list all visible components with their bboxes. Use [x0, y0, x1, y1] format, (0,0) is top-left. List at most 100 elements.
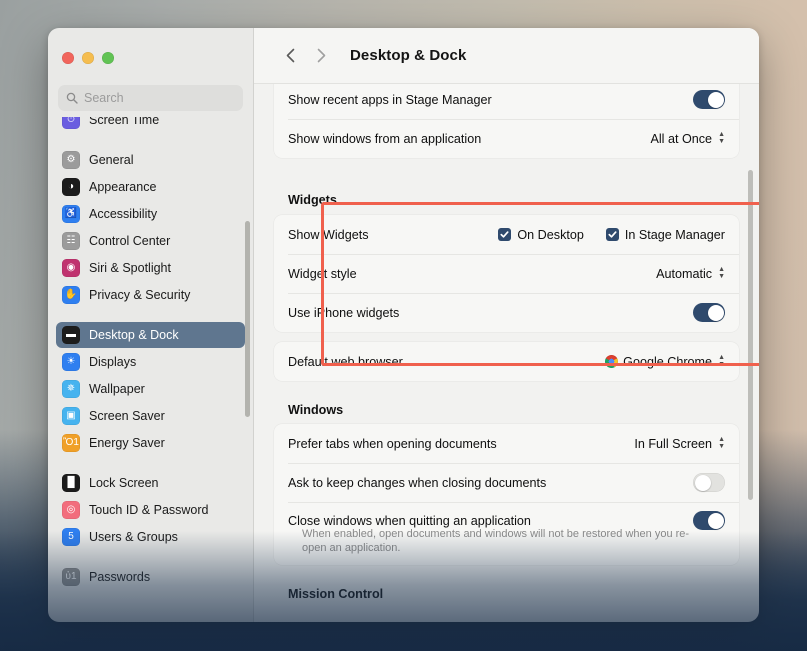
sidebar: Search ⏱ Screen Time ⚙ General ◑ Appearance ♿ A…: [48, 28, 254, 622]
row-close-windows-quitting[interactable]: Close windows when quitting an applicati…: [274, 502, 739, 565]
windows-section: Windows Prefer tabs when opening documen…: [274, 403, 739, 565]
checkbox-checked-icon: [606, 228, 619, 241]
sidebar-item-privacy-security[interactable]: ✋ Privacy & Security: [56, 282, 245, 308]
siri-icon: ◉: [62, 259, 80, 277]
sidebar-item-label: Wallpaper: [89, 382, 145, 396]
popup-value: Automatic: [656, 267, 712, 281]
row-show-widgets[interactable]: Show Widgets On Desktop In Stage Manager: [274, 215, 739, 254]
close-windows-caption: When enabled, open documents and windows…: [288, 527, 725, 565]
back-button[interactable]: [276, 42, 304, 70]
users-groups-icon: ὆5: [62, 528, 80, 546]
search-placeholder: Search: [84, 91, 124, 105]
appearance-icon: ◑: [62, 178, 80, 196]
privacy-icon: ✋: [62, 286, 80, 304]
row-use-iphone-widgets[interactable]: Use iPhone widgets: [274, 293, 739, 332]
screen-saver-icon: ▣: [62, 407, 80, 425]
forward-button[interactable]: [307, 42, 335, 70]
sidebar-item-desktop-dock[interactable]: ▬ Desktop & Dock: [56, 322, 245, 348]
row-label: Use iPhone widgets: [288, 306, 399, 320]
show-windows-popup[interactable]: All at Once ▲ ▼: [650, 132, 725, 146]
row-show-windows-from-application[interactable]: Show windows from an application All at …: [274, 119, 739, 158]
checkbox-in-stage-manager[interactable]: In Stage Manager: [606, 228, 725, 242]
sidebar-item-passwords[interactable]: ὑ1 Passwords: [56, 564, 245, 590]
sidebar-item-appearance[interactable]: ◑ Appearance: [56, 174, 245, 200]
energy-saver-icon: Ὂ1: [62, 434, 80, 452]
sidebar-item-label: Lock Screen: [89, 476, 158, 490]
row-label: Show recent apps in Stage Manager: [288, 93, 492, 107]
sidebar-item-accessibility[interactable]: ♿ Accessibility: [56, 201, 245, 227]
close-window-button[interactable]: [62, 52, 74, 64]
sidebar-group-separator: [56, 457, 245, 470]
sidebar-item-label: Screen Saver: [89, 409, 165, 423]
sidebar-item-screen-saver[interactable]: ▣ Screen Saver: [56, 403, 245, 429]
chevron-updown-icon: ▲ ▼: [718, 355, 725, 368]
window-traffic-lights: [48, 28, 253, 71]
accessibility-icon: ♿: [62, 205, 80, 223]
windows-section-heading: Windows: [274, 403, 739, 424]
checkbox-checked-icon: [498, 228, 511, 241]
widget-style-popup[interactable]: Automatic ▲ ▼: [656, 267, 725, 281]
content-scrollbar[interactable]: [748, 170, 753, 500]
sidebar-item-label: Privacy & Security: [89, 288, 190, 302]
lock-screen-icon: █: [62, 474, 80, 492]
sidebar-item-wallpaper[interactable]: ✵ Wallpaper: [56, 376, 245, 402]
sidebar-item-siri-spotlight[interactable]: ◉ Siri & Spotlight: [56, 255, 245, 281]
zoom-window-button[interactable]: [102, 52, 114, 64]
sidebar-item-energy-saver[interactable]: Ὂ1 Energy Saver: [56, 430, 245, 456]
default-browser-card: Default web browser Google Chrome ▲ ▼: [274, 342, 739, 381]
sidebar-item-label: Users & Groups: [89, 530, 178, 544]
sidebar-item-label: Screen Time: [89, 117, 159, 127]
sidebar-item-label: Passwords: [89, 570, 150, 584]
prefer-tabs-popup[interactable]: In Full Screen ▲ ▼: [634, 437, 725, 451]
desktop-dock-icon: ▬: [62, 326, 80, 344]
chevron-updown-icon: ▲ ▼: [718, 437, 725, 450]
row-prefer-tabs[interactable]: Prefer tabs when opening documents In Fu…: [274, 424, 739, 463]
passwords-icon: ὑ1: [62, 568, 80, 586]
sidebar-item-label: Appearance: [89, 180, 156, 194]
general-icon: ⚙: [62, 151, 80, 169]
content-pane: Desktop & Dock Show recent apps in Stage…: [254, 28, 759, 622]
sidebar-item-label: Energy Saver: [89, 436, 165, 450]
row-label: Show Widgets: [288, 228, 369, 242]
minimize-window-button[interactable]: [82, 52, 94, 64]
chevron-updown-icon: ▲ ▼: [718, 132, 725, 145]
desktop-wallpaper: Search ⏱ Screen Time ⚙ General ◑ Appearance ♿ A…: [0, 0, 807, 651]
search-input[interactable]: Search: [58, 85, 243, 111]
row-label: Widget style: [288, 267, 357, 281]
checkbox-on-desktop[interactable]: On Desktop: [498, 228, 584, 242]
checkbox-label: On Desktop: [517, 228, 584, 242]
row-ask-keep-changes[interactable]: Ask to keep changes when closing documen…: [274, 463, 739, 502]
row-label: Show windows from an application: [288, 132, 481, 146]
toolbar: Desktop & Dock: [254, 28, 759, 84]
row-default-web-browser[interactable]: Default web browser Google Chrome ▲ ▼: [274, 342, 739, 381]
show-recent-apps-toggle[interactable]: [693, 90, 725, 109]
screen-time-icon: ⏱: [62, 117, 80, 129]
row-label: Prefer tabs when opening documents: [288, 437, 497, 451]
sidebar-item-label: Touch ID & Password: [89, 503, 209, 517]
row-label: Ask to keep changes when closing documen…: [288, 476, 546, 490]
ask-keep-changes-toggle[interactable]: [693, 473, 725, 492]
chrome-icon: [605, 355, 618, 368]
sidebar-scroll-area: ⏱ Screen Time ⚙ General ◑ Appearance ♿ Accessib…: [48, 117, 253, 622]
spacer: [274, 158, 739, 180]
close-windows-toggle[interactable]: [693, 511, 725, 530]
row-label: Close windows when quitting an applicati…: [288, 514, 531, 528]
sidebar-item-control-center[interactable]: ☷ Control Center: [56, 228, 245, 254]
sidebar-group-separator: [56, 309, 245, 322]
row-widget-style[interactable]: Widget style Automatic ▲ ▼: [274, 254, 739, 293]
sidebar-item-screen-time[interactable]: ⏱ Screen Time: [56, 117, 245, 133]
sidebar-item-displays[interactable]: ☀ Displays: [56, 349, 245, 375]
page-title: Desktop & Dock: [350, 47, 466, 64]
sidebar-item-touch-id-password[interactable]: ◎ Touch ID & Password: [56, 497, 245, 523]
sidebar-item-lock-screen[interactable]: █ Lock Screen: [56, 470, 245, 496]
row-show-recent-apps-stage-manager[interactable]: Show recent apps in Stage Manager: [274, 84, 739, 119]
sidebar-scrollbar[interactable]: [245, 221, 250, 417]
use-iphone-widgets-toggle[interactable]: [693, 303, 725, 322]
sidebar-item-label: Desktop & Dock: [89, 328, 179, 342]
sidebar-item-users-groups[interactable]: ὆5 Users & Groups: [56, 524, 245, 550]
sidebar-item-general[interactable]: ⚙ General: [56, 147, 245, 173]
row-label: Default web browser: [288, 355, 403, 369]
checkbox-label: In Stage Manager: [625, 228, 725, 242]
default-browser-popup[interactable]: Google Chrome ▲ ▼: [605, 355, 725, 369]
sidebar-item-label: Displays: [89, 355, 136, 369]
